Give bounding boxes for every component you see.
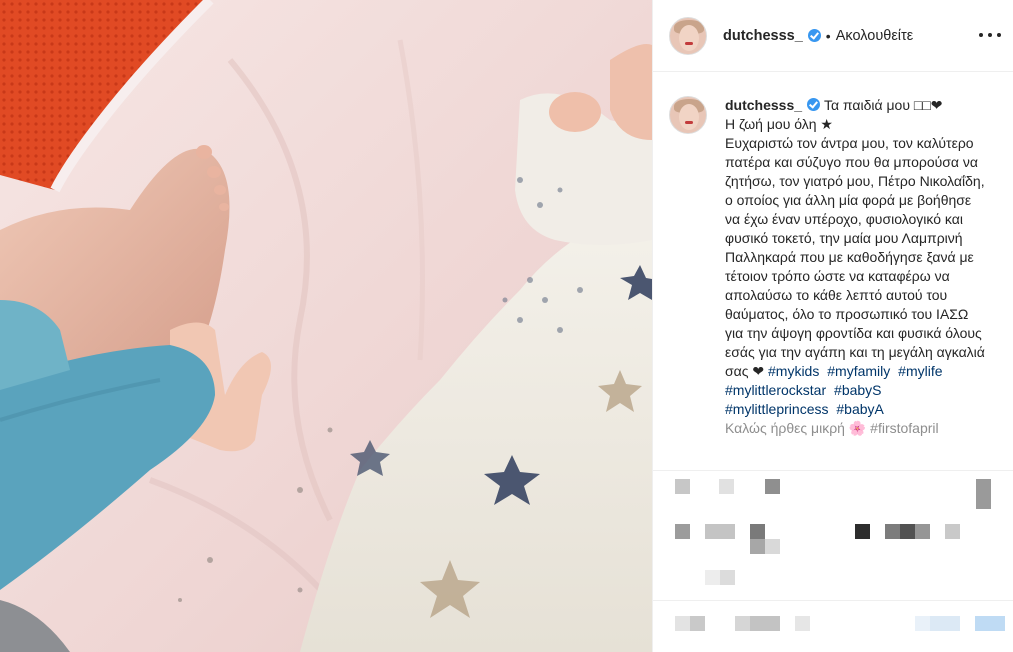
hashtag-link[interactable]: #babyA bbox=[836, 401, 883, 417]
divider bbox=[653, 470, 1013, 471]
caption-line-1: Τα παιδιά μου □□❤ bbox=[823, 97, 943, 113]
verified-icon bbox=[807, 98, 821, 111]
caption-line-2: Η ζωή μου όλη ★ bbox=[725, 116, 833, 132]
hashtag-link[interactable]: #babyS bbox=[834, 382, 881, 398]
photo-illustration bbox=[0, 0, 652, 652]
separator-dot: • bbox=[825, 27, 831, 44]
pixel-block bbox=[690, 616, 705, 631]
pixel-block bbox=[675, 616, 690, 631]
pixel-block bbox=[975, 616, 1005, 631]
pixel-block bbox=[945, 524, 960, 539]
following-button[interactable]: Ακολουθείτε bbox=[836, 28, 914, 44]
pixel-block bbox=[765, 479, 780, 494]
pixel-block bbox=[900, 524, 915, 539]
add-comment-bar[interactable] bbox=[653, 600, 1013, 652]
pixel-block bbox=[915, 616, 930, 631]
hashtag-link[interactable]: #mylife bbox=[898, 363, 942, 379]
caption-avatar[interactable] bbox=[669, 96, 707, 134]
username-link[interactable]: dutchesss_ bbox=[723, 28, 803, 44]
pixel-block bbox=[930, 616, 960, 631]
caption-text: dutchesss_ Τα παιδιά μου □□❤ Η ζωή μου ό… bbox=[725, 96, 987, 438]
hashtag-link[interactable]: #mykids bbox=[768, 363, 819, 379]
pixel-block bbox=[675, 524, 690, 539]
hashtag-link[interactable]: #mylittlerockstar bbox=[725, 382, 826, 398]
pixel-block bbox=[750, 539, 765, 554]
pixel-block bbox=[855, 524, 870, 539]
pixel-block bbox=[750, 524, 765, 539]
caption-cut-line: Καλώς ήρθες μικρή 🌸 #firstofapril bbox=[725, 420, 939, 436]
hashtag-link[interactable]: #myfamily bbox=[827, 363, 890, 379]
pixel-block bbox=[705, 524, 735, 539]
pixel-block bbox=[750, 616, 780, 631]
pixel-block bbox=[705, 570, 720, 585]
pixel-block bbox=[720, 570, 735, 585]
pixel-block bbox=[765, 539, 780, 554]
caption-body: Ευχαριστώ τον άντρα μου, τον καλύτερο πα… bbox=[725, 135, 985, 379]
pixel-block bbox=[795, 616, 810, 631]
pixel-block bbox=[885, 524, 900, 539]
post-photo[interactable] bbox=[0, 0, 652, 652]
caption-username[interactable]: dutchesss_ bbox=[725, 97, 802, 113]
verified-icon bbox=[807, 29, 821, 42]
hashtag-link[interactable]: #mylittleprincess bbox=[725, 401, 828, 417]
pixel-block bbox=[976, 479, 991, 509]
post-header: dutchesss_ • Ακολουθείτε bbox=[653, 0, 1013, 72]
post-sidebar: dutchesss_ • Ακολουθείτε dutchesss_ Τα π… bbox=[652, 0, 1013, 652]
pixel-block bbox=[675, 479, 690, 494]
pixel-block bbox=[719, 479, 734, 494]
avatar[interactable] bbox=[669, 16, 707, 55]
pixel-block bbox=[915, 524, 930, 539]
comments-area[interactable]: dutchesss_ Τα παιδιά μου □□❤ Η ζωή μου ό… bbox=[653, 72, 1013, 470]
pixel-block bbox=[735, 616, 750, 631]
caption: dutchesss_ Τα παιδιά μου □□❤ Η ζωή μου ό… bbox=[669, 96, 998, 438]
more-options-icon[interactable] bbox=[979, 26, 1001, 44]
